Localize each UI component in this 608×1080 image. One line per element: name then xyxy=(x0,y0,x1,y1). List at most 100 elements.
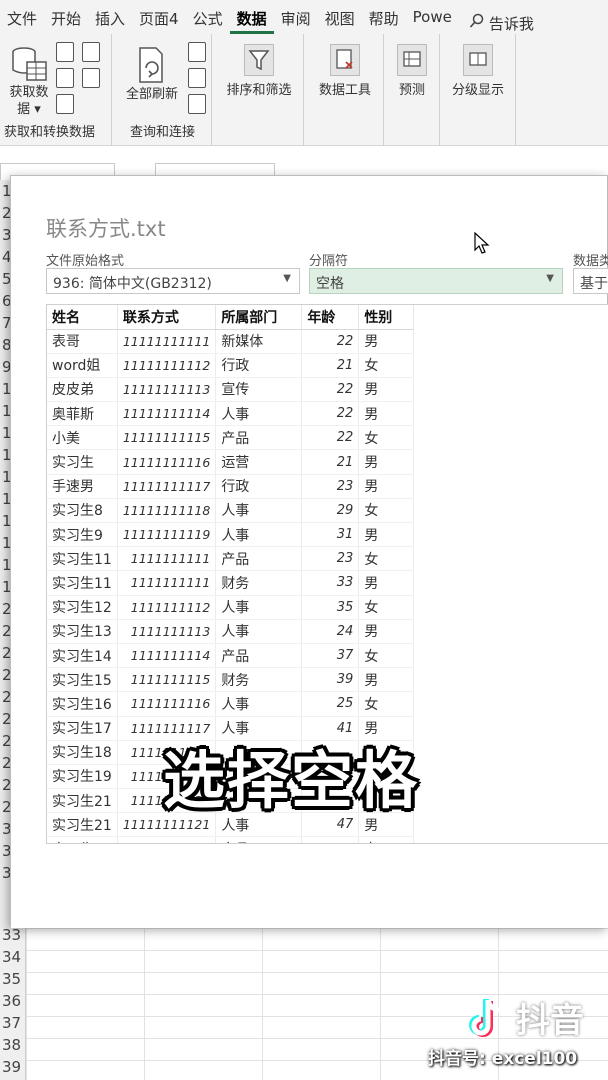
delimiter-value: 空格 xyxy=(316,276,344,292)
cell-dept: 人事 xyxy=(215,619,303,644)
cell-sex: 男 xyxy=(358,377,415,403)
cell-dept: 行政 xyxy=(215,353,303,378)
cell-sex: 男 xyxy=(358,474,415,499)
from-text-icon[interactable] xyxy=(56,42,74,62)
data-tools-label: 数据工具 xyxy=(318,83,371,98)
cell-name: 实习生13 xyxy=(47,619,118,644)
cell-sex: 女 xyxy=(358,425,415,451)
chevron-down-icon: ▼ xyxy=(546,273,554,284)
cell-dept: 财务 xyxy=(215,570,303,596)
cell-sex: 男 xyxy=(358,401,415,427)
cell-dept: 产品 xyxy=(215,425,303,451)
cell-age: 21 xyxy=(301,353,360,378)
row-header[interactable]: 39 xyxy=(0,1058,26,1080)
cell-sex: 女 xyxy=(358,353,415,378)
cell-age: 22 xyxy=(301,401,360,427)
cell-phone: 1111111114 xyxy=(117,643,217,669)
preview-row: 小美 11111111115 产品 22 女 xyxy=(47,425,415,451)
queries-connections-icon[interactable] xyxy=(188,42,206,62)
properties-icon[interactable] xyxy=(188,68,206,88)
edit-links-icon[interactable] xyxy=(188,94,206,114)
tab-formulas[interactable]: 公式 xyxy=(186,0,230,34)
outline-button[interactable]: 分级显示 xyxy=(446,44,510,99)
cell-dept: 人事 xyxy=(215,498,303,524)
recent-sources-icon[interactable] xyxy=(82,42,100,62)
row-header[interactable]: 37 xyxy=(0,1014,26,1036)
cell-dept: 宣传 xyxy=(215,377,303,403)
cell-sex: 男 xyxy=(358,329,415,354)
tab-help[interactable]: 帮助 xyxy=(362,0,406,34)
cell-phone: 11111111118 xyxy=(117,498,217,524)
cell-phone: 1111111116 xyxy=(117,691,217,717)
cell-age: 23 xyxy=(301,474,360,499)
cell-name: 实习生11 xyxy=(47,546,118,572)
cell-name: word姐 xyxy=(47,353,118,378)
cell-dept: 人事 xyxy=(215,595,303,620)
delimiter-select[interactable]: 空格 ▼ xyxy=(309,268,563,294)
ribbon-tab-bar: 文件 开始 插入 页面4 公式 数据 审阅 视图 帮助 Powe 告诉我 xyxy=(0,0,608,34)
row-header[interactable]: 38 xyxy=(0,1036,26,1058)
cell-phone: 11111111116 xyxy=(117,449,217,475)
sort-filter-button[interactable]: 排序和筛选 xyxy=(218,44,300,99)
file-origin-select[interactable]: 936: 简体中文(GB2312) ▼ xyxy=(46,268,300,294)
preview-header-row: 姓名 联系方式 所属部门 年龄 性别 xyxy=(47,305,415,330)
row-header[interactable]: 34 xyxy=(0,948,26,970)
tab-data[interactable]: 数据 xyxy=(229,0,274,34)
cell-name: 小美 xyxy=(47,425,118,451)
row-header[interactable]: 33 xyxy=(0,926,26,948)
cell-age: 39 xyxy=(301,667,360,693)
tab-power[interactable]: Powe xyxy=(406,0,459,34)
forecast-button[interactable]: 预测 xyxy=(388,44,436,99)
tab-insert[interactable]: 插入 xyxy=(88,0,132,34)
tab-view[interactable]: 视图 xyxy=(318,0,362,34)
cell-age: 37 xyxy=(301,643,360,669)
tell-me-search[interactable]: 告诉我 xyxy=(469,5,534,34)
cell-name: 奥菲斯 xyxy=(47,401,118,427)
group-label-queries: 查询和连接 xyxy=(130,125,196,140)
cell-dept: 产品 xyxy=(215,643,303,669)
group-label-get-transform: 获取和转换数据 xyxy=(4,125,96,140)
cell-sex: 女 xyxy=(358,643,415,669)
cell-age: 33 xyxy=(301,570,360,596)
cell-phone: 1111111111 xyxy=(117,546,217,572)
tab-file[interactable]: 文件 xyxy=(0,0,44,34)
file-origin-label: 文件原始格式 xyxy=(46,254,125,269)
preview-row: 表哥 11111111111 新媒体 22 男 xyxy=(47,329,415,354)
preview-row: 实习生 11111111116 运营 21 男 xyxy=(47,449,415,475)
cell-name: 实习生12 xyxy=(47,595,118,620)
preview-row: 实习生16 1111111116 人事 25 女 xyxy=(47,691,415,717)
filter-funnel-icon xyxy=(244,44,274,76)
search-icon xyxy=(469,13,484,28)
from-web-icon[interactable] xyxy=(56,68,74,88)
tiktok-logo-icon xyxy=(469,998,500,1037)
existing-connections-icon[interactable] xyxy=(82,68,100,88)
cell-age: 29 xyxy=(301,498,360,524)
dialog-title: 联系方式.txt xyxy=(46,217,166,241)
data-type-detection-select[interactable]: 基于 xyxy=(573,268,608,294)
tab-page-layout[interactable]: 页面4 xyxy=(132,0,186,34)
data-tools-icon xyxy=(330,44,360,76)
cell-name: 实习生21 xyxy=(47,788,118,814)
get-data-small-icons-2 xyxy=(82,42,100,88)
row-header[interactable]: 36 xyxy=(0,992,26,1014)
cell-sex: 男 xyxy=(358,449,415,475)
cell-age: 24 xyxy=(301,619,360,644)
column-header-name: 姓名 xyxy=(47,305,118,330)
data-tools-button[interactable]: 数据工具 xyxy=(310,44,380,99)
row-header[interactable]: 35 xyxy=(0,970,26,992)
cell-phone: 11111111111 xyxy=(117,329,217,354)
refresh-all-button[interactable]: 全部刷新 xyxy=(120,46,184,103)
preview-row: 手速男 11111111117 行政 23 男 xyxy=(47,474,415,499)
tab-review[interactable]: 审阅 xyxy=(274,0,318,34)
cell-sex: 女 xyxy=(358,836,415,843)
get-data-button[interactable]: 获取数 据 ▾ xyxy=(6,46,52,118)
from-table-icon[interactable] xyxy=(56,94,74,114)
cell-phone: 11111111122 xyxy=(117,836,217,843)
cell-age: 21 xyxy=(301,449,360,475)
tab-home[interactable]: 开始 xyxy=(44,0,88,34)
queries-small-icons xyxy=(188,42,206,114)
cell-age: 25 xyxy=(301,691,360,717)
group-get-transform: 获取数 据 ▾ 获取和转换数据 xyxy=(0,34,112,146)
cell-name: 实习生17 xyxy=(47,716,118,741)
cell-sex: 女 xyxy=(358,546,415,572)
